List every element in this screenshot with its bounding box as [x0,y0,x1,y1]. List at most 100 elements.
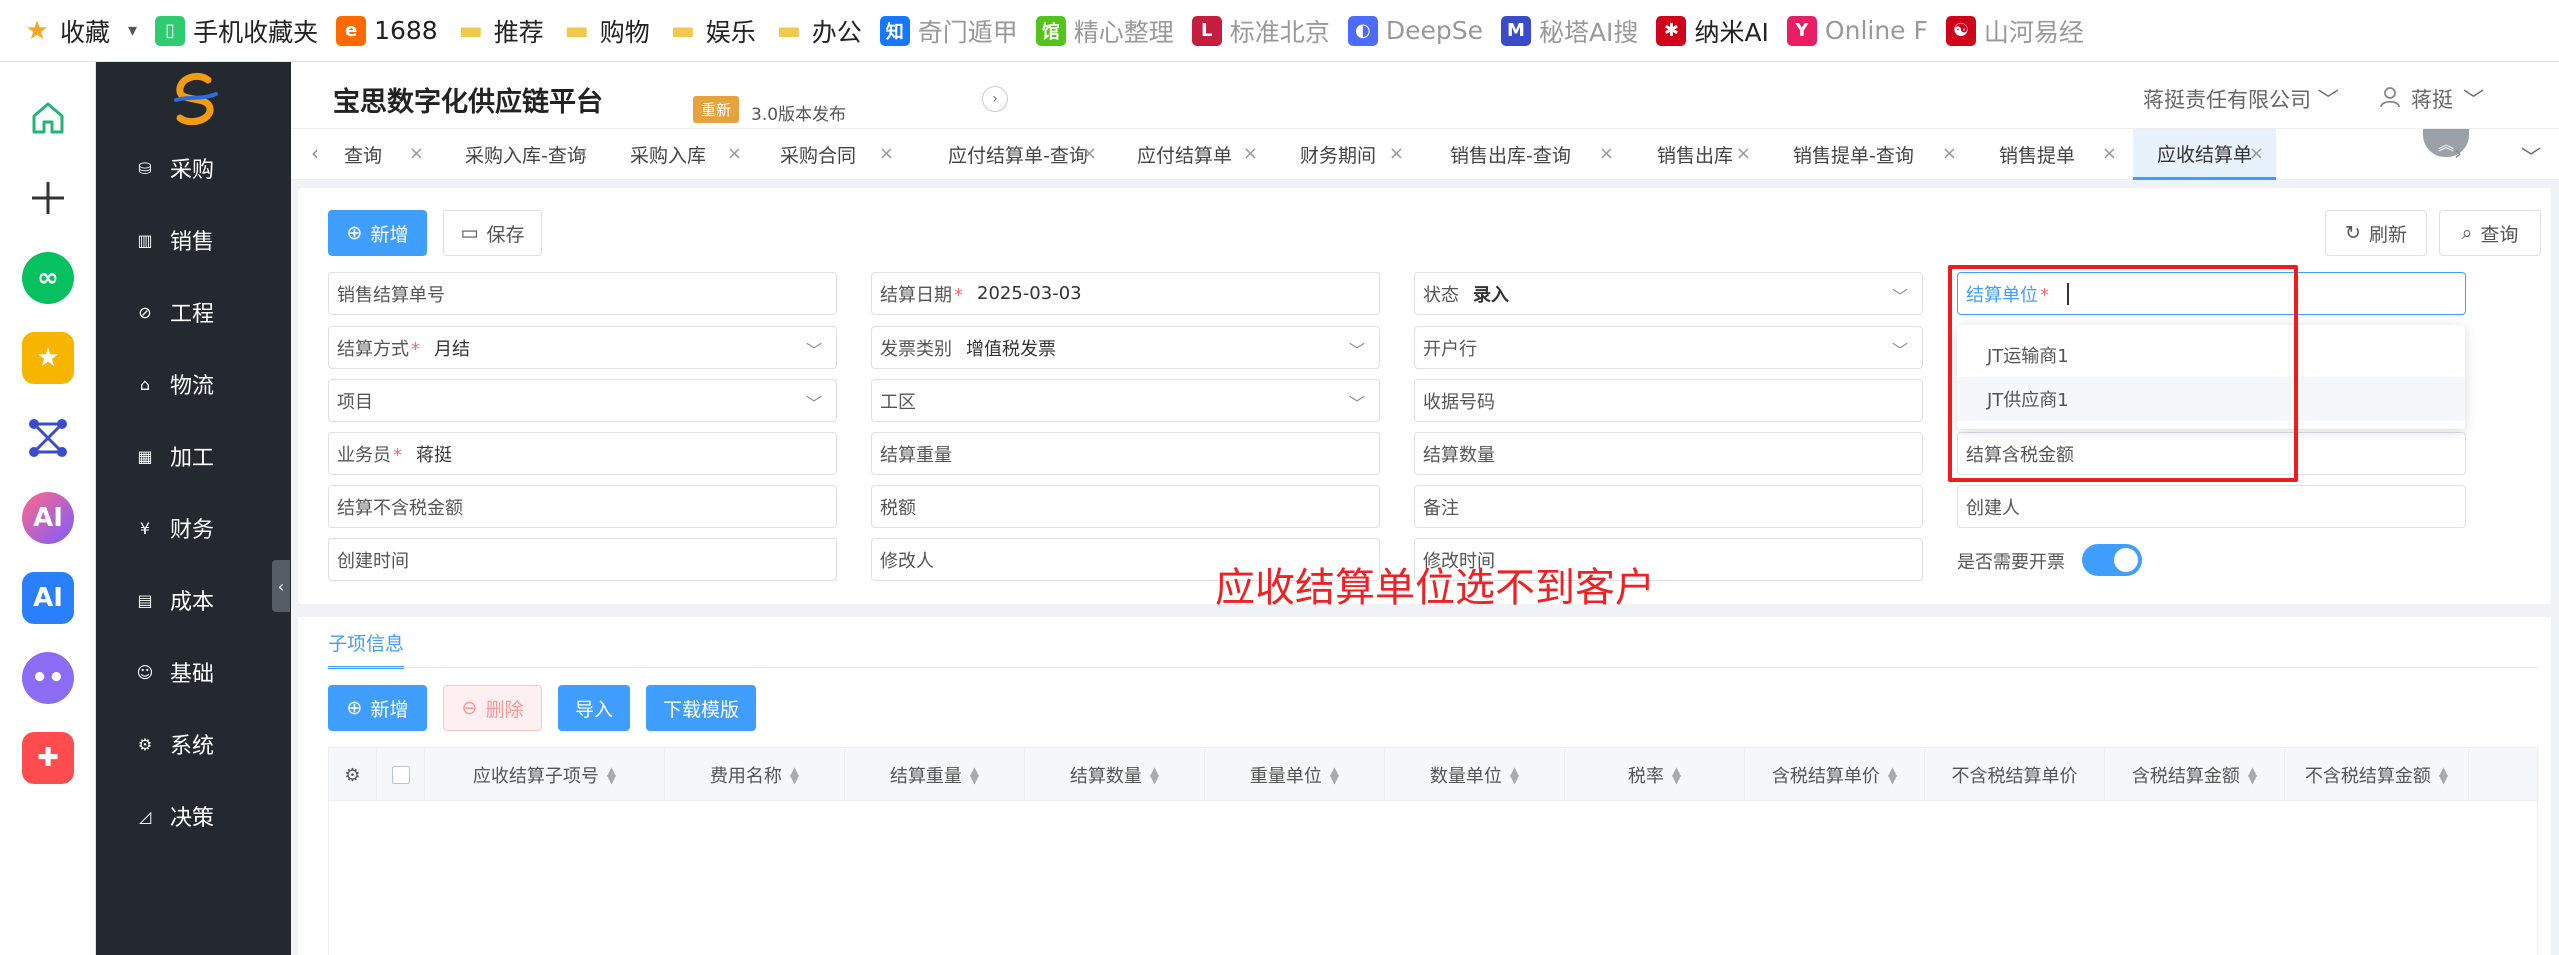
column-header[interactable]: 结算重量 ▲ ▼ [845,748,1025,802]
tab-item[interactable]: 采购入库-查询 × [441,129,601,180]
tab-sub-items[interactable]: 子项信息 [328,629,405,669]
settle-weight-field[interactable]: 结算重量 [871,432,1380,475]
sort-icon[interactable]: ▲ ▼ [1672,765,1681,785]
close-icon[interactable]: × [1082,143,1097,164]
star-app-icon[interactable]: ★ [22,332,74,384]
tab-item[interactable]: 财务期间 × [1276,129,1416,180]
settle-amount-notax-field[interactable]: 结算不含税金额 [328,485,837,528]
close-icon[interactable]: × [1942,143,1957,164]
import-button[interactable]: 导入 [558,685,630,731]
salesman-field[interactable]: 业务员 * 蒋挺 [328,432,837,475]
dropdown-option[interactable]: JT供应商1 [1957,377,2465,421]
column-header[interactable]: 税率 ▲ ▼ [1565,748,1745,802]
tab-item[interactable]: 查询 × [336,129,436,180]
close-icon[interactable]: × [1389,143,1404,164]
collapse-up-icon[interactable]: ︽ [2423,129,2469,157]
menu-item-cost[interactable]: ▤ 成本 [96,580,291,620]
query-button[interactable]: ⌕ 查询 [2439,210,2541,256]
invoice-type-select[interactable]: 发票类别 增值税发票 ﹀ [871,326,1380,369]
bot-icon[interactable]: •• [22,652,74,704]
tab-scroll-left-icon[interactable]: ‹ [311,141,319,165]
close-icon[interactable]: × [2102,143,2117,164]
menu-item-purchase[interactable]: ⛁ 采购 [96,148,291,188]
bookmark-item[interactable]: ▬ 办公 [770,11,876,51]
menu-item-basic[interactable]: ☺ 基础 [96,652,291,692]
bookmark-item[interactable]: ◐ DeepSe [1344,11,1497,51]
work-area-select[interactable]: 工区 ﹀ [871,379,1380,422]
sort-icon[interactable]: ▲ ▼ [1330,765,1339,785]
menu-item-system[interactable]: ⚙ 系统 [96,724,291,764]
close-icon[interactable]: × [879,143,894,164]
project-select[interactable]: 项目 ﹀ [328,379,837,422]
sort-icon[interactable]: ▲ ▼ [607,765,616,785]
sub-new-button[interactable]: ⊕ 新增 [328,685,427,731]
column-header[interactable]: 不含税结算金额 ▲ ▼ [2285,748,2469,802]
menu-item-decision[interactable]: ◿ 决策 [96,796,291,836]
sort-icon[interactable]: ▲ ▼ [2248,765,2257,785]
user-menu[interactable]: 蒋挺 ﹀ [2379,84,2484,114]
company-selector[interactable]: 蒋挺责任有限公司 ﹀ [2143,84,2339,114]
game-icon[interactable]: ✚ [22,732,74,784]
column-header[interactable]: 应收结算子项号 ▲ ▼ [425,748,665,802]
menu-item-sales[interactable]: ▥ 销售 [96,220,291,260]
column-header[interactable]: 数量单位 ▲ ▼ [1385,748,1565,802]
bookmark-item[interactable]: ▬ 娱乐 [664,11,770,51]
close-icon[interactable]: × [1736,143,1751,164]
settle-amount-tax-field[interactable]: 结算含税金额 [1957,432,2466,475]
download-template-button[interactable]: 下载模版 [646,685,756,731]
tab-item[interactable]: 应收结算单 × [2133,129,2276,180]
sort-icon[interactable]: ▲ ▼ [970,765,979,785]
creator-field[interactable]: 创建人 [1957,485,2466,528]
column-header[interactable]: 含税结算单价 ▲ ▼ [1745,748,1925,802]
menu-item-finance[interactable]: ¥ 财务 [96,508,291,548]
menu-item-logistics[interactable]: ⌂ 物流 [96,364,291,404]
network-icon[interactable] [22,412,74,464]
dropdown-option[interactable]: JT运输商1 [1957,333,2465,377]
bookmark-item[interactable]: e 1688 [332,11,452,51]
bookmark-item[interactable]: L 标准北京 [1188,11,1344,51]
sale-settle-no-field[interactable]: 销售结算单号 [328,272,837,315]
tab-menu-chevron-icon[interactable]: ﹀ [2521,141,2541,170]
tab-item[interactable]: 销售出库-查询 × [1426,129,1626,180]
created-at-field[interactable]: 创建时间 [328,538,837,581]
select-all-checkbox[interactable] [377,748,425,802]
tax-field[interactable]: 税额 [871,485,1380,528]
bookmark-item[interactable]: ▯ 手机收藏夹 [151,11,332,51]
bookmark-item[interactable]: ▬ 推荐 [452,11,558,51]
bookmark-item[interactable]: 馆精心整理 [1032,11,1188,51]
sort-icon[interactable]: ▲ ▼ [1510,765,1519,785]
close-icon[interactable]: × [1243,143,1258,164]
release-next-button[interactable]: › [982,86,1008,112]
ai-assistant-icon[interactable]: AI [22,492,74,544]
tab-item[interactable]: 应付结算单 × [1113,129,1270,180]
bookmark-item[interactable]: ✱ 纳米AI [1652,11,1782,51]
close-icon[interactable]: × [1599,143,1614,164]
bookmark-item[interactable]: Y Online F [1783,11,1942,51]
tab-item[interactable]: 销售提单-查询 × [1769,129,1969,180]
settle-method-select[interactable]: 结算方式 * 月结 ﹀ [328,326,837,369]
sub-delete-button[interactable]: ⊖ 删除 [443,685,542,731]
bank-select[interactable]: 开户行 ﹀ [1414,326,1923,369]
close-icon[interactable]: × [574,143,589,164]
release-notice[interactable]: 重新 3.0版本发布 [693,96,846,126]
close-icon[interactable]: × [727,143,742,164]
settle-qty-field[interactable]: 结算数量 [1414,432,1923,475]
add-icon[interactable] [22,172,74,224]
tab-scroll-right-icon[interactable]: › [2454,141,2462,165]
refresh-button[interactable]: ↻ 刷新 [2325,210,2427,256]
sort-icon[interactable]: ▲ ▼ [1150,765,1159,785]
column-header[interactable]: 不含税结算单价 [1925,748,2105,802]
column-header[interactable]: 费用名称 ▲ ▼ [665,748,845,802]
tab-item[interactable]: 销售提单 × [1975,129,2129,180]
menu-item-processing[interactable]: ▦ 加工 [96,436,291,476]
settle-unit-field[interactable]: 结算单位 * [1957,272,2466,315]
tab-item[interactable]: 采购合同 × [756,129,906,180]
sort-icon[interactable]: ▲ ▼ [1888,765,1897,785]
column-header[interactable]: 含税结算金额 ▲ ▼ [2105,748,2285,802]
settle-date-field[interactable]: 结算日期 * 2025-03-03 [871,272,1380,315]
close-icon[interactable]: × [2249,143,2264,164]
remark-field[interactable]: 备注 [1414,485,1923,528]
bookmark-item[interactable]: ☯ 山河易经 [1942,11,2098,51]
bookmark-item[interactable]: ★ 收藏 [18,11,124,51]
tab-item[interactable]: 采购入库 × [606,129,754,180]
